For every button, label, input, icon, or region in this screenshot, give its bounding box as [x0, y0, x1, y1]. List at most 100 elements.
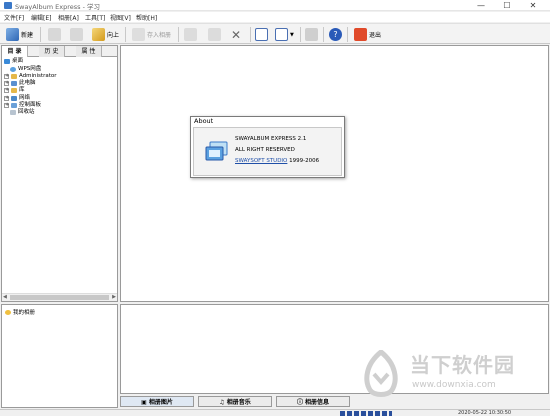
- back-arrow-icon: [48, 28, 61, 41]
- horizontal-scrollbar[interactable]: ◀ ▶: [2, 293, 117, 301]
- watermark-url: www.downxia.com: [412, 380, 496, 390]
- new-album-icon: [6, 28, 19, 41]
- company-line: SWAYSOFT STUDIO 1999-2006: [235, 158, 319, 164]
- up-button-label: 向上: [107, 32, 120, 39]
- folder-up-icon: [92, 28, 105, 41]
- new-button[interactable]: 新建: [6, 27, 33, 42]
- tab-label: 相册音乐: [226, 399, 251, 406]
- progress-indicator: [340, 411, 392, 416]
- import-to-album-button[interactable]: 存入相册: [132, 27, 171, 42]
- help-button[interactable]: ?: [329, 27, 342, 42]
- tree-item-control-panel[interactable]: + 控制面板: [4, 102, 41, 109]
- paste-button[interactable]: [208, 27, 221, 42]
- tree-item-label: WPS网盘: [18, 66, 42, 72]
- status-bar: 2020-05-22 10:30:50: [0, 409, 550, 416]
- up-button[interactable]: 向上: [92, 27, 119, 42]
- tree-item-wps[interactable]: WPS网盘: [10, 66, 41, 73]
- scrollbar-thumb[interactable]: [10, 295, 109, 300]
- tab-properties[interactable]: 属 性: [76, 46, 102, 57]
- back-button[interactable]: [48, 27, 61, 42]
- tab-history[interactable]: 历 史: [39, 46, 65, 57]
- copy-icon: [184, 28, 197, 41]
- forward-button[interactable]: [70, 27, 83, 42]
- album-icon: [5, 309, 11, 315]
- tree-item-network[interactable]: + 网络: [4, 95, 30, 102]
- product-name: SWAYALBUM EXPRESS 2.1: [235, 136, 307, 142]
- library-icon: [11, 88, 17, 93]
- folder-panel: 目 录 历 史 属 性 桌面 WPS网盘 + Administrator + 此…: [1, 45, 118, 302]
- exit-button-label: 退出: [369, 32, 382, 39]
- menu-bar: 文件[F] 编辑[E] 相册[A] 工具[T] 视图[V] 帮助[H]: [0, 12, 550, 22]
- print-button[interactable]: [305, 27, 318, 42]
- menu-file[interactable]: 文件[F]: [4, 13, 24, 22]
- rights-text: ALL RIGHT RESERVED: [235, 147, 295, 153]
- tree-item-recycle-bin[interactable]: 回收站: [10, 109, 35, 116]
- tree-item-label: 控制面板: [19, 102, 42, 108]
- copy-button[interactable]: [184, 27, 197, 42]
- close-button[interactable]: ✕: [522, 0, 544, 11]
- tree-item-administrator[interactable]: + Administrator: [4, 73, 57, 80]
- toolbar-separator: [347, 27, 348, 42]
- dialog-body: SWAYALBUM EXPRESS 2.1 ALL RIGHT RESERVED…: [193, 127, 342, 176]
- expand-icon[interactable]: +: [4, 88, 9, 93]
- window-title: SwayAlbum Express - 学习: [15, 3, 101, 11]
- album-tabs: ▣ 相册图片 ♫ 相册音乐 ⓘ 相册信息: [120, 395, 549, 408]
- view-mode-button[interactable]: ▼: [275, 27, 294, 42]
- tree-item-library[interactable]: + 库: [4, 87, 25, 94]
- toolbar-separator: [323, 27, 324, 42]
- title-bar: SwayAlbum Express - 学习 — ☐ ✕: [0, 0, 550, 11]
- tree-item-label: 库: [19, 87, 25, 93]
- about-dialog: About SWAYALBUM EXPRESS 2.1 ALL RIGHT RE…: [190, 116, 345, 178]
- control-panel-icon: [11, 103, 17, 108]
- exit-button[interactable]: 退出: [354, 27, 381, 42]
- tree-item-desktop[interactable]: 桌面: [4, 58, 23, 65]
- watermark-title: 当下软件园: [410, 353, 515, 377]
- tab-album-pictures[interactable]: ▣ 相册图片: [120, 396, 194, 407]
- tab-album-info[interactable]: ⓘ 相册信息: [276, 396, 350, 407]
- tree-item-this-pc[interactable]: + 此电脑: [4, 80, 36, 87]
- status-datetime: 2020-05-22 10:30:50: [458, 410, 512, 416]
- chevron-down-icon: ▼: [290, 31, 294, 38]
- select-all-button[interactable]: [255, 27, 268, 42]
- album-item-my-album[interactable]: 我的相册: [5, 308, 35, 316]
- music-icon: ♫: [219, 399, 227, 406]
- info-icon: ⓘ: [296, 399, 306, 406]
- checklist-icon: [255, 28, 268, 41]
- user-folder-icon: [11, 74, 17, 79]
- expand-icon[interactable]: +: [4, 74, 9, 79]
- company-link[interactable]: SWAYSOFT STUDIO: [235, 158, 287, 164]
- album-label: 我的相册: [13, 310, 36, 316]
- tree-item-label: 此电脑: [19, 80, 36, 86]
- import-icon: [132, 28, 145, 41]
- scroll-left-icon[interactable]: ◀: [3, 294, 7, 300]
- copyright-years: 1999-2006: [289, 158, 320, 164]
- cloud-drive-icon: [10, 67, 16, 72]
- app-icon: [4, 2, 12, 9]
- expand-icon[interactable]: +: [4, 81, 9, 86]
- expand-icon[interactable]: +: [4, 103, 9, 108]
- picture-icon: ▣: [141, 399, 149, 406]
- menu-edit[interactable]: 编辑[E]: [31, 13, 51, 22]
- tree-item-label: Administrator: [19, 73, 57, 79]
- forward-arrow-icon: [70, 28, 83, 41]
- expand-icon[interactable]: +: [4, 96, 9, 101]
- delete-x-icon: ✕: [231, 27, 242, 42]
- scroll-right-icon[interactable]: ▶: [112, 294, 116, 300]
- computer-icon: [11, 81, 17, 86]
- tree-item-label: 桌面: [12, 58, 24, 64]
- menu-view[interactable]: 视图[V]: [110, 13, 131, 22]
- toolbar-separator: [125, 27, 126, 42]
- menu-album[interactable]: 相册[A]: [58, 13, 79, 22]
- delete-button[interactable]: ✕: [231, 27, 241, 42]
- tab-directory[interactable]: 目 录: [2, 46, 28, 57]
- network-icon: [11, 96, 17, 101]
- exit-icon: [354, 28, 367, 41]
- menu-tools[interactable]: 工具[T]: [85, 13, 105, 22]
- toolbar: 新建 向上 存入相册 ✕ ▼ ? 退出: [0, 23, 550, 44]
- minimize-button[interactable]: —: [470, 0, 492, 11]
- toolbar-separator: [40, 27, 41, 42]
- tab-album-music[interactable]: ♫ 相册音乐: [198, 396, 272, 407]
- menu-help[interactable]: 帮助[H]: [136, 13, 157, 22]
- maximize-button[interactable]: ☐: [496, 0, 518, 11]
- tab-label: 相册信息: [305, 399, 330, 406]
